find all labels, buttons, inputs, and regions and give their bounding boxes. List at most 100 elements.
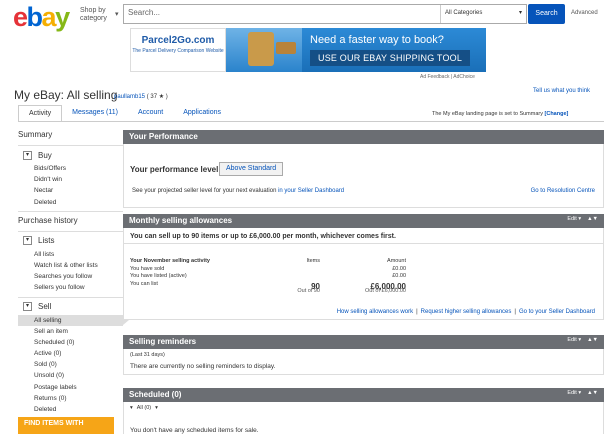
performance-note-text: See your projected seller level for your… — [132, 188, 277, 194]
panel-title: Monthly selling allowances — [129, 216, 233, 225]
tab-messages[interactable]: Messages (11) — [62, 105, 128, 122]
sidebar-item-watch-list[interactable]: Watch list & other lists — [18, 260, 123, 271]
panel-title: Your Performance — [123, 130, 604, 144]
seller-dashboard-link[interactable]: in your Seller Dashboard — [278, 188, 344, 194]
category-select[interactable]: All Categories ▾ — [440, 5, 526, 23]
sidebar-item-active[interactable]: Active (0) — [18, 348, 123, 359]
sidebar-item-sellers-you-follow[interactable]: Sellers you follow — [18, 282, 123, 293]
panel-title: Scheduled (0) — [129, 390, 182, 399]
sidebar-item-bids-offers[interactable]: Bids/Offers — [18, 163, 123, 174]
divider — [124, 243, 603, 244]
col-amount: Amount — [387, 258, 406, 264]
row-label — [130, 288, 280, 296]
sidebar-item-sell-deleted[interactable]: Deleted — [18, 404, 123, 415]
table-header-row: Your November selling activity Items Amo… — [130, 258, 406, 266]
sidebar-item-sell-an-item[interactable]: Sell an item — [18, 326, 123, 337]
sidebar-item-unsold[interactable]: Unsold (0) — [18, 370, 123, 381]
table-row: You have sold £0.00 — [130, 266, 406, 274]
panel-body: You can sell up to 90 items or up to £6,… — [123, 228, 604, 320]
sidebar-purchase-history[interactable]: Purchase history — [18, 216, 123, 228]
panel-controls: Edit ▾ ▲▼ — [567, 390, 598, 396]
collapse-icon[interactable]: ▾ — [23, 302, 32, 311]
filter-value: All (0) — [136, 405, 152, 411]
landing-page-note: The My eBay landing page is set to Summa… — [432, 111, 568, 117]
banner-brand: Parcel2Go.com — [141, 35, 215, 46]
username-link[interactable]: paullamb15 — [114, 94, 145, 100]
selling-reminders-panel: Selling reminders Edit ▾ ▲▼ (Last 31 day… — [123, 335, 604, 375]
panel-header: Selling reminders Edit ▾ ▲▼ — [123, 335, 604, 349]
row-items — [280, 273, 320, 281]
separator: | — [514, 309, 516, 315]
banner-brand-box: Parcel2Go.com The Parcel Delivery Compar… — [130, 28, 226, 72]
edit-menu[interactable]: Edit ▾ — [567, 390, 581, 396]
shop-by-category[interactable]: Shop by category ▾ — [80, 7, 119, 23]
chevron-down-icon: ▾ — [115, 11, 119, 18]
logo-letter-e: e — [13, 2, 28, 32]
sidebar-item-postage-labels[interactable]: Postage labels — [18, 382, 123, 393]
collapse-icon[interactable]: ▲▼ — [587, 337, 598, 343]
performance-level-badge[interactable]: Above Standard — [219, 162, 284, 176]
category-value: All Categories — [445, 10, 483, 16]
sidebar-item-returns[interactable]: Returns (0) — [18, 393, 123, 404]
tab-activity[interactable]: Activity — [18, 105, 63, 122]
advanced-search-link[interactable]: Advanced — [571, 10, 598, 16]
tell-us-link[interactable]: Tell us what you think — [533, 88, 590, 94]
collapse-icon[interactable]: ▾ — [23, 150, 32, 160]
collapse-icon[interactable]: ▲▼ — [587, 390, 598, 396]
collapse-icon[interactable]: ▾ — [23, 236, 32, 246]
resolution-centre-link[interactable]: Go to Resolution Centre — [531, 188, 595, 194]
collapse-icon[interactable]: ▲▼ — [587, 216, 598, 222]
landing-note-text: The My eBay landing page is set to Summa… — [432, 111, 543, 117]
sidebar-item-didnt-win[interactable]: Didn't win — [18, 174, 123, 185]
edit-menu[interactable]: Edit ▾ — [567, 337, 581, 343]
ad-feedback-link[interactable]: Ad Feedback | AdChoice — [420, 74, 475, 80]
edit-menu[interactable]: Edit ▾ — [567, 216, 581, 222]
panel-body: ▾ All (0) ▾ You don't have any scheduled… — [123, 402, 604, 434]
search-button[interactable]: Search — [528, 4, 565, 24]
allowance-table: Your November selling activity Items Amo… — [130, 258, 406, 296]
sidebar-item-searches-you-follow[interactable]: Searches you follow — [18, 271, 123, 282]
sidebar-group-sell[interactable]: ▾ Sell — [23, 301, 123, 313]
how-allowances-work-link[interactable]: How selling allowances work — [337, 309, 413, 315]
sidebar-group-label: Lists — [38, 236, 55, 246]
sidebar-item-all-selling[interactable]: All selling — [18, 314, 129, 326]
scheduled-filter[interactable]: ▾ All (0) ▾ — [130, 405, 158, 411]
search-input[interactable]: Search... — [128, 8, 428, 17]
sidebar-summary[interactable]: Summary — [18, 130, 123, 142]
user-info: paullamb15 ( 37 ★ ) — [114, 93, 168, 100]
sidebar-item-buy-deleted[interactable]: Deleted — [18, 197, 123, 208]
performance-note: See your projected seller level for your… — [132, 188, 344, 194]
scheduled-panel: Scheduled (0) Edit ▾ ▲▼ ▾ All (0) ▾ You … — [123, 388, 604, 434]
col-items: Items — [306, 258, 320, 264]
panel-controls: Edit ▾ ▲▼ — [567, 216, 598, 222]
find-items-promo[interactable]: FIND ITEMS WITH — [18, 417, 114, 434]
logo-letter-b: b — [26, 2, 44, 32]
tab-divider — [18, 121, 604, 122]
sidebar-group-lists[interactable]: ▾ Lists — [23, 235, 123, 247]
out-of-amount: Out of £6,000.00 — [365, 288, 406, 294]
ebay-logo[interactable]: ebay — [13, 2, 70, 32]
sidebar-item-scheduled[interactable]: Scheduled (0) — [18, 337, 123, 348]
tab-account[interactable]: Account — [128, 105, 173, 122]
feedback-score[interactable]: ( 37 ★ ) — [147, 94, 168, 100]
sidebar-group-label: Sell — [38, 302, 52, 311]
sidebar-item-nectar[interactable]: Nectar — [18, 185, 123, 196]
seller-dashboard-link[interactable]: Go to your Seller Dashboard — [519, 309, 595, 315]
banner-message: Need a faster way to book? USE OUR EBAY … — [302, 28, 486, 72]
logo-letter-y: y — [55, 2, 70, 32]
panel-body: Your performance level Above Standard Se… — [123, 144, 604, 208]
allowance-summary: You can sell up to 90 items or up to £6,… — [130, 233, 396, 240]
panel-body: (Last 31 days) There are currently no se… — [123, 349, 604, 375]
banner-cta: USE OUR EBAY SHIPPING TOOL — [310, 50, 471, 66]
row-label: You have sold — [130, 265, 165, 272]
sidebar-group-buy[interactable]: ▾ Buy — [23, 149, 123, 161]
sidebar-item-sold[interactable]: Sold (0) — [18, 359, 123, 370]
landing-change-link[interactable]: [Change] — [545, 111, 569, 117]
page-title: My eBay: All selling — [14, 88, 118, 102]
ad-banner[interactable]: Parcel2Go.com The Parcel Delivery Compar… — [130, 28, 486, 72]
chevron-down-icon: ▾ — [518, 10, 522, 16]
performance-level-label: Your performance level — [130, 165, 219, 174]
tab-applications[interactable]: Applications — [173, 105, 231, 122]
sidebar-item-all-lists[interactable]: All lists — [18, 249, 123, 260]
request-higher-allowances-link[interactable]: Request higher selling allowances — [421, 309, 512, 315]
